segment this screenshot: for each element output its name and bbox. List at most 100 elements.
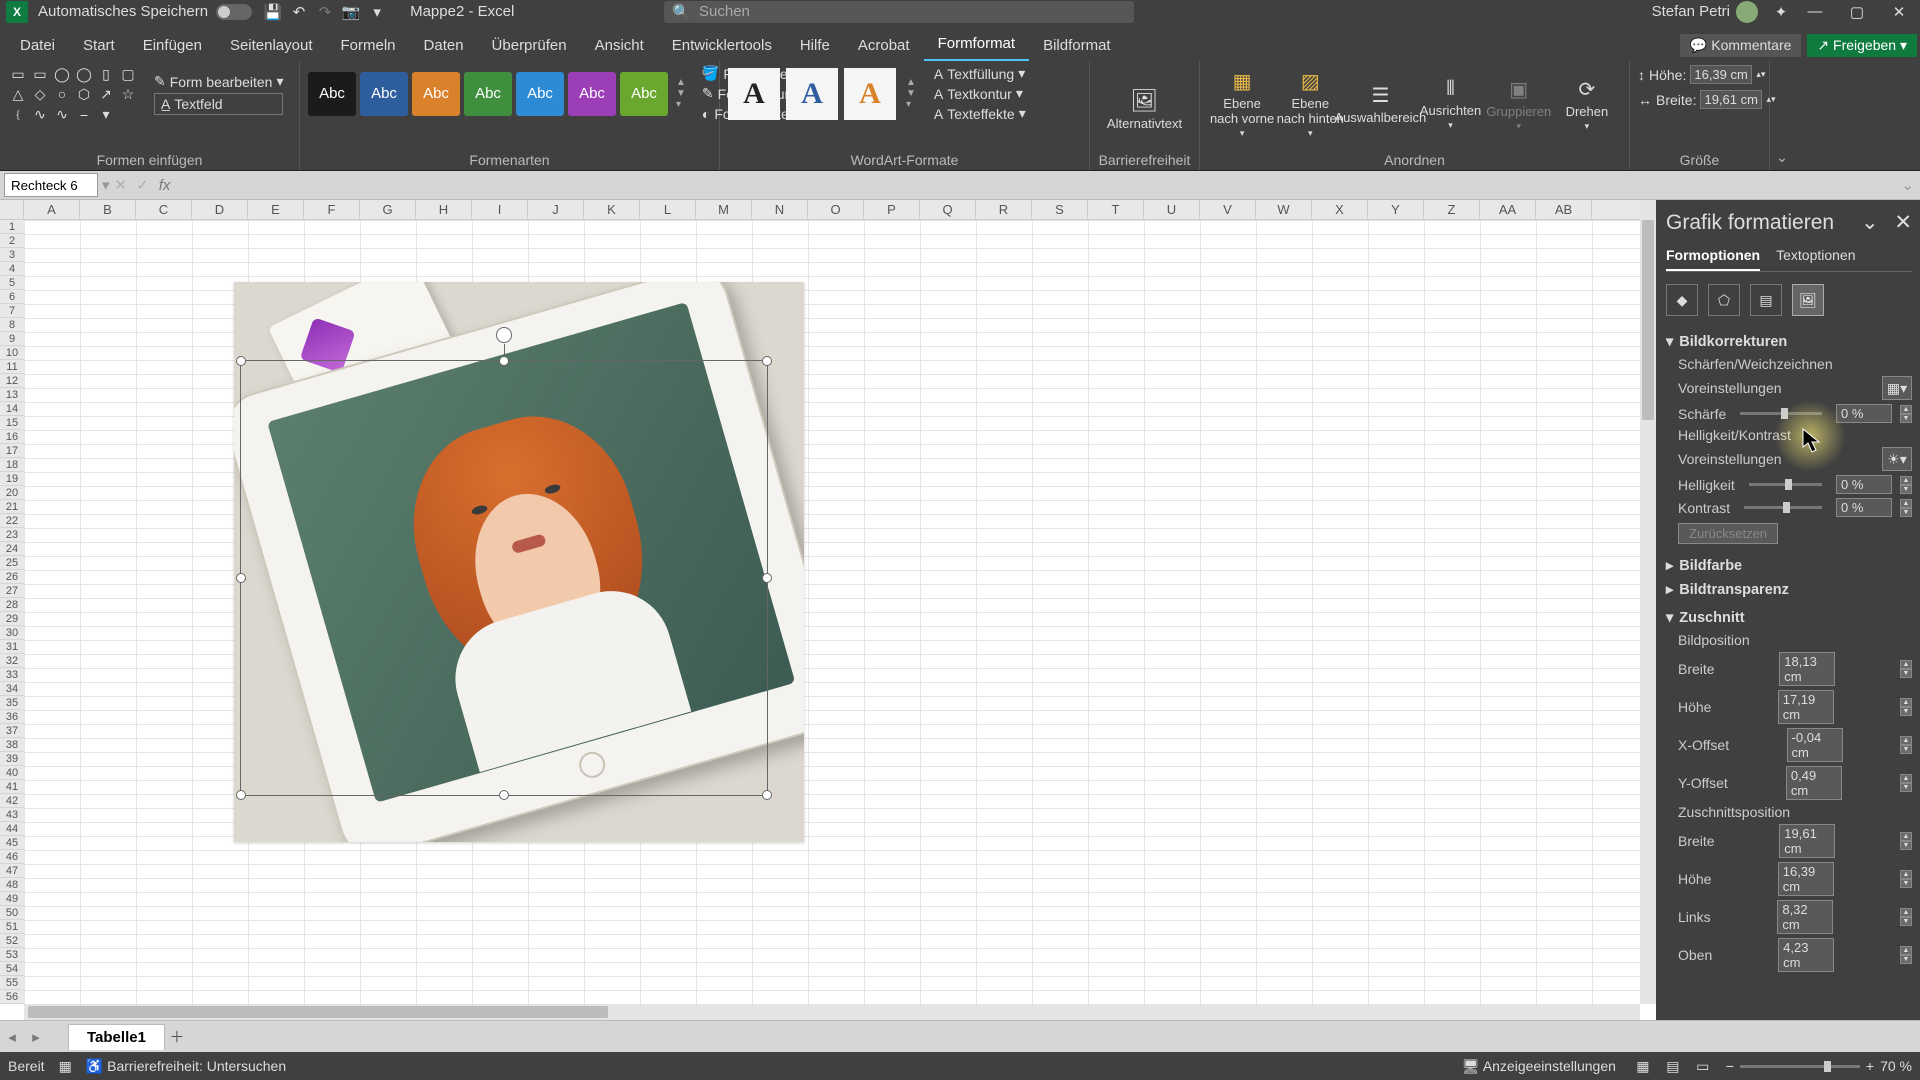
tab-shape-options[interactable]: Formoptionen — [1666, 245, 1760, 271]
brightness-value[interactable]: 0 % — [1836, 475, 1892, 494]
section-color[interactable]: ▸Bildfarbe — [1666, 554, 1912, 578]
section-crop[interactable]: ▾Zuschnitt — [1666, 606, 1912, 630]
qa-dropdown-icon[interactable]: ▾ — [366, 1, 388, 23]
sharpness-value[interactable]: 0 % — [1836, 404, 1892, 423]
bring-forward-button[interactable]: ▦Ebene nach vorne▾ — [1208, 65, 1276, 139]
ribbon-tab[interactable]: Hilfe — [786, 30, 844, 61]
view-page-break-icon[interactable]: ▭ — [1690, 1058, 1716, 1075]
column-headers[interactable]: ABCDEFGHIJKLMNOPQRSTUVWXYZAAAB — [24, 200, 1640, 220]
ribbon-tab[interactable]: Bildformat — [1029, 30, 1125, 61]
minimize-button[interactable]: — — [1794, 1, 1836, 23]
name-box[interactable] — [4, 173, 98, 197]
pic-height-value[interactable]: 17,19 cm — [1778, 690, 1834, 724]
effects-icon[interactable]: ⬠ — [1708, 284, 1740, 316]
search-box[interactable]: 🔍 Suchen — [664, 1, 1134, 23]
vertical-scrollbar[interactable] — [1640, 200, 1656, 1004]
align-button[interactable]: ⦀Ausrichten▾ — [1416, 65, 1484, 139]
ribbon-tab[interactable]: Start — [69, 30, 129, 61]
pic-yoffset-value[interactable]: 0,49 cm — [1786, 766, 1842, 800]
camera-icon[interactable]: 📷 — [340, 1, 362, 23]
wordart-style-1[interactable]: A — [728, 68, 780, 120]
collapse-ribbon-button[interactable]: ⌄ — [1770, 61, 1794, 170]
ribbon-tab[interactable]: Einfügen — [129, 30, 216, 61]
fx-icon[interactable]: fx — [154, 177, 176, 194]
brightness-presets-button[interactable]: ☀▾ — [1882, 447, 1912, 471]
zoom-out-button[interactable]: − — [1726, 1058, 1734, 1074]
pane-options-icon[interactable]: ⌄ — [1861, 211, 1879, 234]
diamond-icon[interactable]: ✦ — [1770, 1, 1792, 23]
ribbon-tab[interactable]: Acrobat — [844, 30, 924, 61]
sharpen-presets-button[interactable]: ▦▾ — [1882, 376, 1912, 400]
view-normal-icon[interactable]: ▦ — [1630, 1058, 1656, 1075]
add-sheet-button[interactable]: ＋ — [165, 1026, 189, 1047]
sharpness-down[interactable]: ▼ — [1900, 414, 1912, 423]
undo-icon[interactable]: ↶ — [288, 1, 310, 23]
group-button[interactable]: ▣Gruppieren▾ — [1485, 65, 1553, 139]
ribbon-tab[interactable]: Seitenlayout — [216, 30, 327, 61]
picture-icon[interactable]: 🖼 — [1792, 284, 1824, 316]
rotate-button[interactable]: ⟳Drehen▾ — [1553, 65, 1621, 139]
row-headers[interactable]: 1234567891011121314151617181920212223242… — [0, 220, 24, 1004]
sharpness-up[interactable]: ▲ — [1900, 405, 1912, 414]
inserted-picture[interactable] — [234, 282, 804, 842]
contrast-value[interactable]: 0 % — [1836, 498, 1892, 517]
sheet-tab[interactable]: Tabelle1 — [68, 1024, 165, 1050]
zoom-slider[interactable] — [1740, 1065, 1860, 1068]
pane-close-icon[interactable]: ✕ — [1894, 211, 1912, 234]
share-button[interactable]: ↗ Freigeben ▾ — [1807, 34, 1917, 57]
shape-style-swatch[interactable]: Abc — [360, 72, 408, 116]
tab-text-options[interactable]: Textoptionen — [1776, 245, 1855, 271]
user-avatar[interactable] — [1736, 1, 1758, 23]
select-all-corner[interactable] — [0, 200, 24, 220]
ribbon-tab[interactable]: Datei — [6, 30, 69, 61]
text-effects-button[interactable]: A Texteffekte ▾ — [934, 105, 1026, 122]
crop-height-value[interactable]: 16,39 cm — [1778, 862, 1834, 896]
shape-style-gallery[interactable]: AbcAbcAbcAbcAbcAbcAbc — [308, 72, 668, 116]
edit-shape-button[interactable]: ✎ Form bearbeiten ▾ — [154, 73, 283, 90]
ribbon-tab[interactable]: Formeln — [327, 30, 410, 61]
shape-style-swatch[interactable]: Abc — [308, 72, 356, 116]
status-accessibility[interactable]: ♿ Barrierefreiheit: Untersuchen — [86, 1058, 286, 1075]
close-button[interactable]: ✕ — [1878, 1, 1920, 23]
sharpness-slider[interactable] — [1740, 412, 1822, 415]
shape-style-swatch[interactable]: Abc — [568, 72, 616, 116]
shape-gallery[interactable]: ▭▭◯◯▯▢ △◇○⬡↗☆ ﹛∿∿⎯▾ — [8, 65, 138, 123]
shape-height-input[interactable] — [1690, 65, 1752, 84]
ribbon-tab[interactable]: Überprüfen — [478, 30, 581, 61]
alt-text-button[interactable]: 🖼 Alternativtext — [1109, 84, 1181, 131]
shape-style-swatch[interactable]: Abc — [620, 72, 668, 116]
section-corrections[interactable]: ▾Bildkorrekturen — [1666, 330, 1912, 354]
display-settings-button[interactable]: 🖥 Anzeigeeinstellungen — [1462, 1058, 1616, 1075]
send-backward-button[interactable]: ▨Ebene nach hinten▾ — [1276, 65, 1344, 139]
text-outline-button[interactable]: A Textkontur ▾ — [934, 85, 1026, 102]
cancel-formula-icon[interactable]: ✕ — [110, 176, 132, 194]
section-transparency[interactable]: ▸Bildtransparenz — [1666, 578, 1912, 602]
ribbon-tab[interactable]: Entwicklertools — [658, 30, 786, 61]
comments-button[interactable]: 💬 Kommentare — [1680, 34, 1801, 57]
sheet-nav-prev[interactable]: ◂ — [0, 1028, 24, 1046]
accept-formula-icon[interactable]: ✓ — [132, 176, 154, 194]
ribbon-tab[interactable]: Formformat — [924, 28, 1030, 61]
wordart-style-3[interactable]: A — [844, 68, 896, 120]
fill-line-icon[interactable]: ◆ — [1666, 284, 1698, 316]
crop-left-value[interactable]: 8,32 cm — [1777, 900, 1833, 934]
redo-icon[interactable]: ↷ — [314, 1, 336, 23]
ribbon-tab[interactable]: Ansicht — [581, 30, 658, 61]
contrast-slider[interactable] — [1744, 506, 1822, 509]
text-fill-button[interactable]: A Textfüllung ▾ — [934, 65, 1026, 82]
view-page-layout-icon[interactable]: ▤ — [1660, 1058, 1686, 1075]
brightness-slider[interactable] — [1749, 483, 1822, 486]
wordart-style-2[interactable]: A — [786, 68, 838, 120]
crop-top-value[interactable]: 4,23 cm — [1778, 938, 1834, 972]
zoom-value[interactable]: 70 % — [1880, 1058, 1912, 1074]
horizontal-scrollbar[interactable] — [24, 1004, 1640, 1020]
maximize-button[interactable]: ▢ — [1836, 1, 1878, 23]
pic-width-value[interactable]: 18,13 cm — [1779, 652, 1835, 686]
ribbon-tab[interactable]: Daten — [410, 30, 478, 61]
shape-style-swatch[interactable]: Abc — [412, 72, 460, 116]
zoom-in-button[interactable]: + — [1866, 1058, 1874, 1074]
shape-style-swatch[interactable]: Abc — [464, 72, 512, 116]
selection-pane-button[interactable]: ☰Auswahlbereich — [1344, 65, 1416, 139]
crop-width-value[interactable]: 19,61 cm — [1779, 824, 1835, 858]
shape-style-swatch[interactable]: Abc — [516, 72, 564, 116]
